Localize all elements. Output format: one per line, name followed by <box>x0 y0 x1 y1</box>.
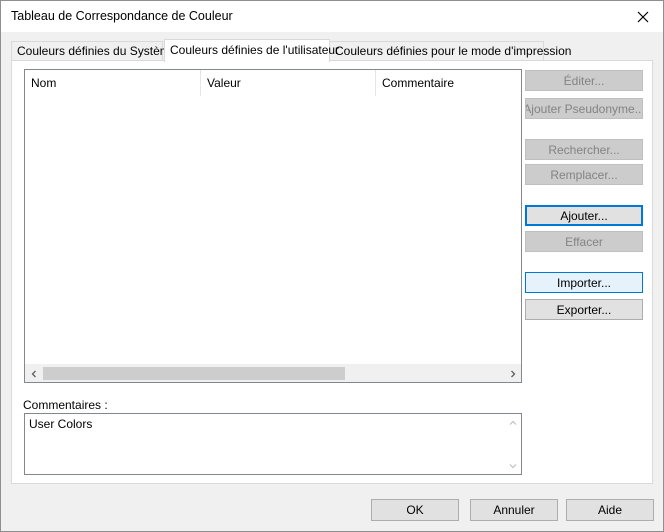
replace-button[interactable]: Remplacer... <box>525 164 643 185</box>
comments-text: User Colors <box>29 417 93 431</box>
tab-system-colors[interactable]: Couleurs définies du Système <box>11 41 176 61</box>
window-title: Tableau de Correspondance de Couleur <box>11 9 233 23</box>
ok-button[interactable]: OK <box>371 499 459 521</box>
title-bar: Tableau de Correspondance de Couleur <box>1 1 663 32</box>
tab-label: Couleurs définies de l'utilisateur <box>170 43 340 57</box>
help-button[interactable]: Aide <box>566 499 654 521</box>
find-button[interactable]: Rechercher... <box>525 139 643 160</box>
tab-print-mode-colors[interactable]: Couleurs définies pour le mode d'impress… <box>329 41 571 61</box>
chevron-up-icon <box>509 420 516 425</box>
comments-textarea[interactable]: User Colors <box>24 413 522 475</box>
cancel-button[interactable]: Annuler <box>470 499 558 521</box>
tab-user-colors[interactable]: Couleurs définies de l'utilisateur <box>164 39 339 62</box>
chevron-right-icon <box>510 370 515 377</box>
add-alias-button[interactable]: Ajouter Pseudonyme... <box>525 98 643 119</box>
export-button[interactable]: Exporter... <box>525 299 643 320</box>
scroll-left-button[interactable] <box>25 365 42 382</box>
column-header-comment[interactable]: Commentaire <box>376 70 521 96</box>
tab-label: Couleurs définies du Système <box>17 44 177 58</box>
vertical-scrollbar[interactable] <box>504 414 521 474</box>
scroll-right-button[interactable] <box>504 365 521 382</box>
delete-button[interactable]: Effacer <box>525 231 643 252</box>
comments-label: Commentaires : <box>23 398 108 412</box>
chevron-down-icon <box>509 463 516 468</box>
tab-label: Couleurs définies pour le mode d'impress… <box>335 44 572 58</box>
edit-button[interactable]: Éditer... <box>525 70 643 91</box>
column-headers: Nom Valeur Commentaire <box>25 70 521 96</box>
horizontal-scrollbar[interactable] <box>25 364 521 382</box>
close-button[interactable] <box>623 1 663 32</box>
chevron-left-icon <box>31 370 36 377</box>
close-icon <box>637 11 649 22</box>
color-table-dialog: Tableau de Correspondance de Couleur Cou… <box>0 0 664 532</box>
color-list[interactable]: Nom Valeur Commentaire <box>24 69 522 383</box>
scroll-up-button[interactable] <box>504 414 521 431</box>
column-header-value[interactable]: Valeur <box>201 70 376 96</box>
add-button[interactable]: Ajouter... <box>525 205 643 226</box>
import-button[interactable]: Importer... <box>525 272 643 293</box>
scroll-down-button[interactable] <box>504 457 521 474</box>
scroll-thumb[interactable] <box>43 367 345 380</box>
column-header-name[interactable]: Nom <box>25 70 201 96</box>
